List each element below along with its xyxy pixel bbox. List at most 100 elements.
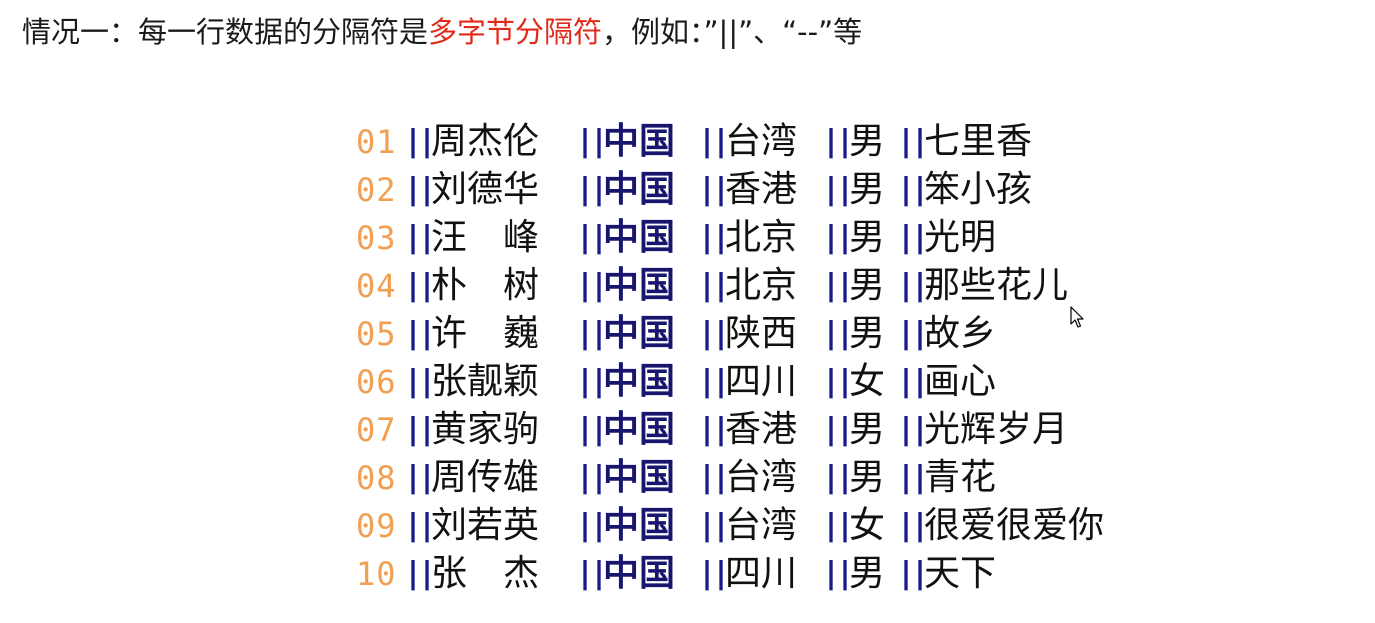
separator: || bbox=[822, 556, 854, 591]
separator: || bbox=[822, 508, 854, 543]
line-number: 05 bbox=[356, 315, 397, 353]
field-country: 中国 bbox=[603, 409, 676, 450]
line-number: 06 bbox=[356, 363, 397, 401]
separator: || bbox=[698, 364, 730, 399]
separator: || bbox=[822, 364, 854, 399]
field-name: 刘德华 bbox=[431, 169, 540, 210]
field-country: 中国 bbox=[603, 457, 676, 498]
separator: || bbox=[576, 364, 608, 399]
field-country: 中国 bbox=[603, 553, 676, 594]
separator: || bbox=[576, 220, 608, 255]
field-song: 七里香 bbox=[924, 121, 1033, 162]
data-block: 01 || 周杰伦 || 中国 || 台湾 || 男 || 七里香 02 || 刘德华 || 中国 || 香港 |… bbox=[356, 118, 1104, 598]
line-number: 01 bbox=[356, 123, 397, 161]
line-number: 02 bbox=[356, 171, 397, 209]
separator: || bbox=[698, 268, 730, 303]
field-region: 北京 bbox=[725, 265, 798, 306]
field-gender: 男 bbox=[849, 457, 886, 498]
data-line: 09 || 刘若英 || 中国 || 台湾 || 女 || 很爱很爱你 bbox=[356, 502, 1104, 550]
separator: || bbox=[698, 460, 730, 495]
separator: || bbox=[698, 508, 730, 543]
separator: || bbox=[822, 412, 854, 447]
field-region: 北京 bbox=[725, 217, 798, 258]
field-name: 周杰伦 bbox=[431, 121, 540, 162]
field-region: 台湾 bbox=[725, 121, 798, 162]
field-song: 光明 bbox=[924, 217, 997, 258]
field-gender: 男 bbox=[849, 313, 886, 354]
separator: || bbox=[698, 172, 730, 207]
field-region: 香港 bbox=[725, 409, 798, 450]
separator: || bbox=[576, 460, 608, 495]
line-number: 10 bbox=[356, 555, 397, 593]
field-gender: 男 bbox=[849, 553, 886, 594]
field-song: 那些花儿 bbox=[924, 265, 1069, 306]
field-song: 天下 bbox=[924, 553, 997, 594]
separator: || bbox=[698, 556, 730, 591]
data-line: 04 || 朴 树 || 中国 || 北京 || 男 || 那些花儿 bbox=[356, 262, 1104, 310]
separator: || bbox=[576, 124, 608, 159]
separator: || bbox=[404, 460, 436, 495]
heading-suffix: ，例如：”||”、“--”等 bbox=[602, 15, 863, 49]
field-name: 黄家驹 bbox=[431, 409, 540, 450]
separator: || bbox=[897, 364, 929, 399]
separator: || bbox=[897, 412, 929, 447]
field-country: 中国 bbox=[603, 361, 676, 402]
separator: || bbox=[576, 316, 608, 351]
field-song: 光辉岁月 bbox=[924, 409, 1069, 450]
separator: || bbox=[897, 268, 929, 303]
field-name: 张 杰 bbox=[431, 553, 540, 594]
field-song: 青花 bbox=[924, 457, 997, 498]
field-name: 刘若英 bbox=[431, 505, 540, 546]
field-gender: 男 bbox=[849, 265, 886, 306]
line-number: 03 bbox=[356, 219, 397, 257]
field-gender: 男 bbox=[849, 169, 886, 210]
field-region: 台湾 bbox=[725, 505, 798, 546]
field-region: 陕西 bbox=[725, 313, 798, 354]
separator: || bbox=[576, 556, 608, 591]
page-heading: 情况一：每一行数据的分隔符是多字节分隔符，例如：”||”、“--”等 bbox=[22, 12, 862, 52]
data-line: 08 || 周传雄 || 中国 || 台湾 || 男 || 青花 bbox=[356, 454, 1104, 502]
separator: || bbox=[404, 124, 436, 159]
field-gender: 男 bbox=[849, 217, 886, 258]
separator: || bbox=[576, 508, 608, 543]
separator: || bbox=[404, 316, 436, 351]
field-gender: 男 bbox=[849, 409, 886, 450]
field-gender: 女 bbox=[849, 361, 886, 402]
separator: || bbox=[576, 172, 608, 207]
separator: || bbox=[698, 124, 730, 159]
field-name: 张靓颖 bbox=[431, 361, 540, 402]
data-line: 06 || 张靓颖 || 中国 || 四川 || 女 || 画心 bbox=[356, 358, 1104, 406]
separator: || bbox=[404, 268, 436, 303]
separator: || bbox=[576, 412, 608, 447]
separator: || bbox=[404, 172, 436, 207]
field-country: 中国 bbox=[603, 313, 676, 354]
field-gender: 男 bbox=[849, 121, 886, 162]
line-number: 08 bbox=[356, 459, 397, 497]
separator: || bbox=[897, 316, 929, 351]
separator: || bbox=[897, 124, 929, 159]
separator: || bbox=[822, 220, 854, 255]
field-name: 朴 树 bbox=[431, 265, 540, 306]
field-gender: 女 bbox=[849, 505, 886, 546]
field-region: 香港 bbox=[725, 169, 798, 210]
separator: || bbox=[822, 124, 854, 159]
separator: || bbox=[822, 460, 854, 495]
field-country: 中国 bbox=[603, 217, 676, 258]
separator: || bbox=[698, 220, 730, 255]
data-line: 01 || 周杰伦 || 中国 || 台湾 || 男 || 七里香 bbox=[356, 118, 1104, 166]
separator: || bbox=[404, 364, 436, 399]
separator: || bbox=[404, 220, 436, 255]
line-number: 07 bbox=[356, 411, 397, 449]
field-region: 四川 bbox=[725, 553, 798, 594]
data-line: 03 || 汪 峰 || 中国 || 北京 || 男 || 光明 bbox=[356, 214, 1104, 262]
separator: || bbox=[897, 556, 929, 591]
separator: || bbox=[897, 508, 929, 543]
field-song: 很爱很爱你 bbox=[924, 505, 1105, 546]
separator: || bbox=[404, 556, 436, 591]
line-number: 04 bbox=[356, 267, 397, 305]
data-line: 07 || 黄家驹 || 中国 || 香港 || 男 || 光辉岁月 bbox=[356, 406, 1104, 454]
field-region: 四川 bbox=[725, 361, 798, 402]
separator: || bbox=[822, 316, 854, 351]
separator: || bbox=[404, 508, 436, 543]
field-country: 中国 bbox=[603, 169, 676, 210]
